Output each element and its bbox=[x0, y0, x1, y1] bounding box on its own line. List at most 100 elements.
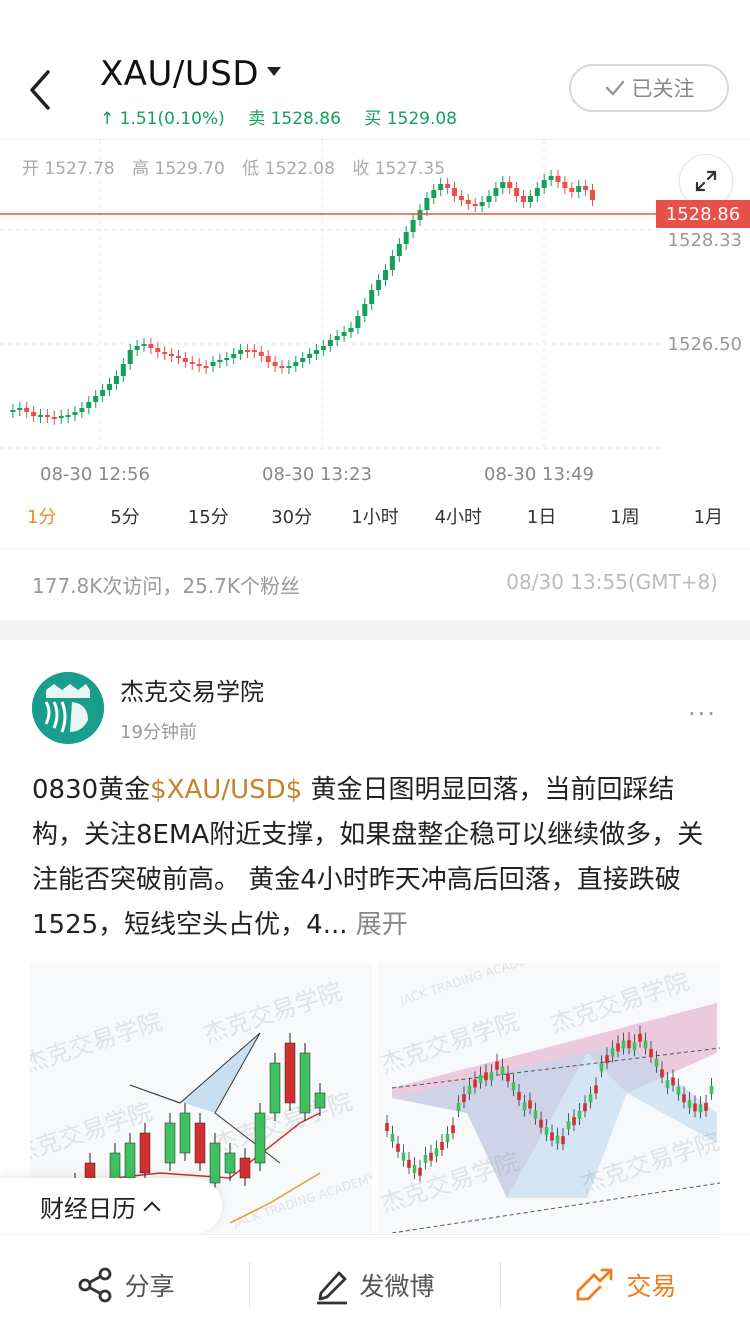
candle-body bbox=[479, 202, 485, 206]
candle-body bbox=[452, 188, 457, 196]
open-value: 开 1527.78 bbox=[22, 159, 115, 179]
candle-body bbox=[401, 1152, 406, 1161]
candle-body bbox=[127, 350, 133, 364]
weibo-label: 发微博 bbox=[359, 1271, 435, 1301]
candle-body bbox=[334, 336, 340, 340]
tab-15min[interactable]: 15分 bbox=[167, 500, 250, 540]
candle-body bbox=[182, 358, 188, 362]
price-chart[interactable]: 开 1527.78 高 1529.70 低 1522.08 收 1527.35 … bbox=[0, 140, 750, 500]
candle-body bbox=[576, 186, 582, 192]
x-axis-label: 08-30 12:56 bbox=[40, 464, 150, 485]
candle-body bbox=[24, 408, 30, 412]
candle-body bbox=[245, 350, 250, 352]
candle-body bbox=[164, 1122, 176, 1164]
candle-body bbox=[548, 176, 554, 180]
candle-body bbox=[293, 362, 299, 366]
academy-logo-icon bbox=[32, 672, 104, 744]
candle-body bbox=[407, 1159, 411, 1168]
finance-calendar-toggle[interactable]: 财经日历 bbox=[0, 1178, 222, 1234]
candle-body bbox=[429, 1152, 433, 1161]
candle-body bbox=[258, 352, 264, 356]
back-icon[interactable] bbox=[22, 66, 62, 114]
tab-4hour[interactable]: 4小时 bbox=[417, 500, 500, 540]
candle-body bbox=[93, 396, 99, 402]
candle-body bbox=[495, 1061, 499, 1070]
author-name[interactable]: 杰克交易学院 bbox=[120, 672, 264, 707]
candle-body bbox=[113, 376, 119, 384]
tab-1hour[interactable]: 1小时 bbox=[333, 500, 416, 540]
tab-5min[interactable]: 5分 bbox=[83, 500, 166, 540]
more-options-icon[interactable]: ··· bbox=[688, 700, 717, 728]
close-value: 收 1527.35 bbox=[352, 159, 446, 179]
high-value: 高 1529.70 bbox=[132, 159, 225, 179]
tab-1min[interactable]: 1分 bbox=[0, 500, 83, 540]
candle-body bbox=[279, 366, 285, 368]
candle-body bbox=[327, 340, 333, 346]
tab-30min[interactable]: 30分 bbox=[250, 500, 333, 540]
tab-1day[interactable]: 1日 bbox=[500, 500, 583, 540]
bottom-action-bar: 分享 发微博 交易 bbox=[0, 1234, 750, 1334]
candle-body bbox=[577, 1110, 582, 1119]
candle-body bbox=[445, 1134, 450, 1143]
post-weibo-button[interactable]: 发微博 bbox=[250, 1235, 499, 1334]
candle-body bbox=[44, 415, 50, 417]
candle-body bbox=[10, 410, 16, 412]
trade-trend-icon bbox=[576, 1268, 613, 1300]
candle-body bbox=[148, 344, 154, 348]
post-text-prefix: 0830黄金 bbox=[32, 775, 151, 805]
share-icon bbox=[78, 1267, 112, 1302]
quote-line: ↑ 1.51(0.10%) 卖 1528.86 买 1529.08 bbox=[100, 104, 475, 129]
candle-body bbox=[632, 1042, 637, 1051]
candle-body bbox=[517, 1092, 521, 1101]
avatar[interactable] bbox=[32, 672, 104, 744]
post-text[interactable]: 0830黄金$XAU/USD$ 黄金日图明显回落，当前回踩结构，关注8EMA附近… bbox=[32, 768, 722, 948]
candle-body bbox=[217, 360, 223, 362]
follow-button[interactable]: 已关注 bbox=[569, 64, 729, 112]
page: XAU/USD ↑ 1.51(0.10%) 卖 1528.86 买 1529.0… bbox=[0, 0, 750, 1334]
candle-body bbox=[472, 204, 478, 206]
trade-button[interactable]: 交易 bbox=[501, 1235, 750, 1334]
sell-price: 卖 1528.86 bbox=[248, 109, 341, 129]
candle-body bbox=[445, 184, 451, 188]
dropdown-caret-icon bbox=[267, 67, 282, 76]
candle-body bbox=[462, 1094, 466, 1103]
candlestick-chart[interactable] bbox=[0, 140, 750, 500]
share-button[interactable]: 分享 bbox=[0, 1235, 249, 1334]
candle-body bbox=[493, 188, 499, 196]
section-gap bbox=[0, 620, 750, 640]
candle-body bbox=[627, 1040, 631, 1049]
x-axis-label: 08-30 13:23 bbox=[262, 464, 372, 485]
trade-label: 交易 bbox=[626, 1271, 677, 1301]
candle-body bbox=[355, 316, 361, 328]
symbol-tag-link[interactable]: $XAU/USD$ bbox=[150, 775, 302, 805]
expand-link[interactable]: 展开 bbox=[348, 910, 408, 940]
candle-body bbox=[456, 1103, 461, 1112]
candle-body bbox=[649, 1048, 653, 1057]
candle-body bbox=[210, 362, 216, 366]
candle-body bbox=[31, 412, 37, 416]
symbol-selector[interactable]: XAU/USD bbox=[100, 54, 282, 94]
candle-body bbox=[511, 1082, 516, 1091]
post-image[interactable]: 杰克交易学院 杰克交易学院 杰克交易学院 杰克交易学院 JACK TRADING… bbox=[377, 963, 720, 1233]
tab-1week[interactable]: 1周 bbox=[583, 500, 666, 540]
candle-body bbox=[434, 1148, 439, 1157]
candle-body bbox=[484, 1072, 488, 1081]
candle-body bbox=[643, 1040, 648, 1049]
candle-body bbox=[385, 1123, 389, 1131]
tab-1month[interactable]: 1月 bbox=[667, 500, 750, 540]
follow-label: 已关注 bbox=[631, 77, 695, 101]
candle-body bbox=[569, 188, 575, 192]
candle-body bbox=[514, 188, 520, 196]
chevron-up-icon bbox=[143, 1201, 161, 1219]
candle-body bbox=[709, 1085, 714, 1094]
buy-price: 买 1529.08 bbox=[364, 109, 457, 129]
header: XAU/USD ↑ 1.51(0.10%) 卖 1528.86 买 1529.0… bbox=[0, 40, 750, 140]
candle-body bbox=[572, 1117, 576, 1126]
candle-body bbox=[539, 1119, 543, 1128]
ohlc-readout: 开 1527.78 高 1529.70 低 1522.08 收 1527.35 bbox=[22, 154, 457, 179]
candle-body bbox=[239, 1157, 251, 1179]
candle-body bbox=[383, 270, 388, 280]
candle-body bbox=[610, 1048, 615, 1057]
candle-body bbox=[704, 1102, 708, 1111]
candle-body bbox=[458, 196, 464, 200]
